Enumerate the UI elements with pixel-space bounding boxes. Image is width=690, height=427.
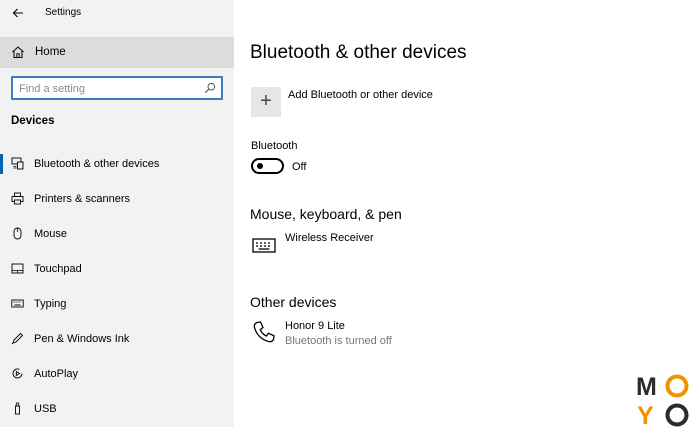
device-name: Wireless Receiver: [285, 232, 374, 244]
phone-icon: [253, 321, 275, 343]
sidebar-item-label: Bluetooth & other devices: [34, 158, 160, 170]
printer-icon: [11, 192, 24, 205]
logo-letter: Y: [637, 402, 654, 427]
sidebar-item-label: Printers & scanners: [34, 193, 130, 205]
sidebar-item-autoplay[interactable]: AutoPlay: [0, 360, 234, 388]
sidebar-item-pen[interactable]: Pen & Windows Ink: [0, 325, 234, 353]
toggle-knob: [257, 163, 263, 169]
logo-letter: M: [636, 373, 657, 401]
moyo-logo: M Y: [632, 370, 690, 427]
arrow-left-icon: [12, 8, 23, 18]
mouse-icon: [13, 227, 22, 240]
sidebar-item-typing[interactable]: Typing: [0, 290, 234, 318]
keyboard-icon: [252, 238, 276, 253]
home-label: Home: [35, 46, 66, 58]
add-device-button[interactable]: +: [251, 87, 281, 117]
keyboard-icon: [11, 299, 24, 308]
sidebar-item-touchpad[interactable]: Touchpad: [0, 255, 234, 283]
bluetooth-toggle[interactable]: [251, 158, 284, 174]
page-title: Bluetooth & other devices: [250, 42, 467, 63]
add-device-label[interactable]: Add Bluetooth or other device: [288, 89, 433, 101]
touchpad-icon: [11, 263, 24, 274]
sidebar-item-printers[interactable]: Printers & scanners: [0, 185, 234, 213]
sidebar-item-label: USB: [34, 403, 57, 415]
sidebar-item-mouse[interactable]: Mouse: [0, 220, 234, 248]
sidebar-item-label: Typing: [34, 298, 67, 310]
sidebar-section-title: Devices: [11, 115, 55, 127]
sidebar-item-label: Pen & Windows Ink: [34, 333, 130, 345]
sidebar-item-bluetooth[interactable]: Bluetooth & other devices: [0, 150, 234, 178]
bluetooth-devices-icon: [11, 157, 24, 170]
sidebar: Settings Home Devices Bluetooth & other …: [0, 0, 234, 427]
title-bar: Settings: [0, 0, 234, 26]
logo-letter-o: [665, 403, 689, 427]
usb-icon: [15, 402, 20, 415]
bluetooth-state: Off: [292, 161, 307, 173]
app-title: Settings: [45, 7, 82, 18]
home-icon: [12, 46, 24, 58]
sidebar-home[interactable]: Home: [0, 37, 234, 68]
section-heading-mouse-keyboard-pen: Mouse, keyboard, & pen: [250, 206, 402, 222]
autoplay-icon: [12, 368, 23, 379]
sidebar-item-label: AutoPlay: [34, 368, 79, 380]
bluetooth-label: Bluetooth: [251, 140, 298, 152]
sidebar-item-label: Mouse: [34, 228, 68, 240]
sidebar-item-label: Touchpad: [34, 263, 82, 275]
logo-letter-o: [665, 374, 689, 398]
device-status: Bluetooth is turned off: [285, 335, 392, 347]
plus-icon: +: [260, 90, 272, 112]
search-input[interactable]: [19, 81, 199, 96]
device-name: Honor 9 Lite: [285, 320, 345, 332]
sidebar-item-usb[interactable]: USB: [0, 395, 234, 423]
search-box[interactable]: [11, 76, 223, 100]
section-heading-other-devices: Other devices: [250, 294, 337, 310]
back-button[interactable]: [8, 4, 28, 22]
main-content: Bluetooth & other devices + Add Bluetoot…: [234, 0, 690, 427]
pen-icon: [11, 332, 24, 345]
search-icon[interactable]: [204, 82, 216, 94]
